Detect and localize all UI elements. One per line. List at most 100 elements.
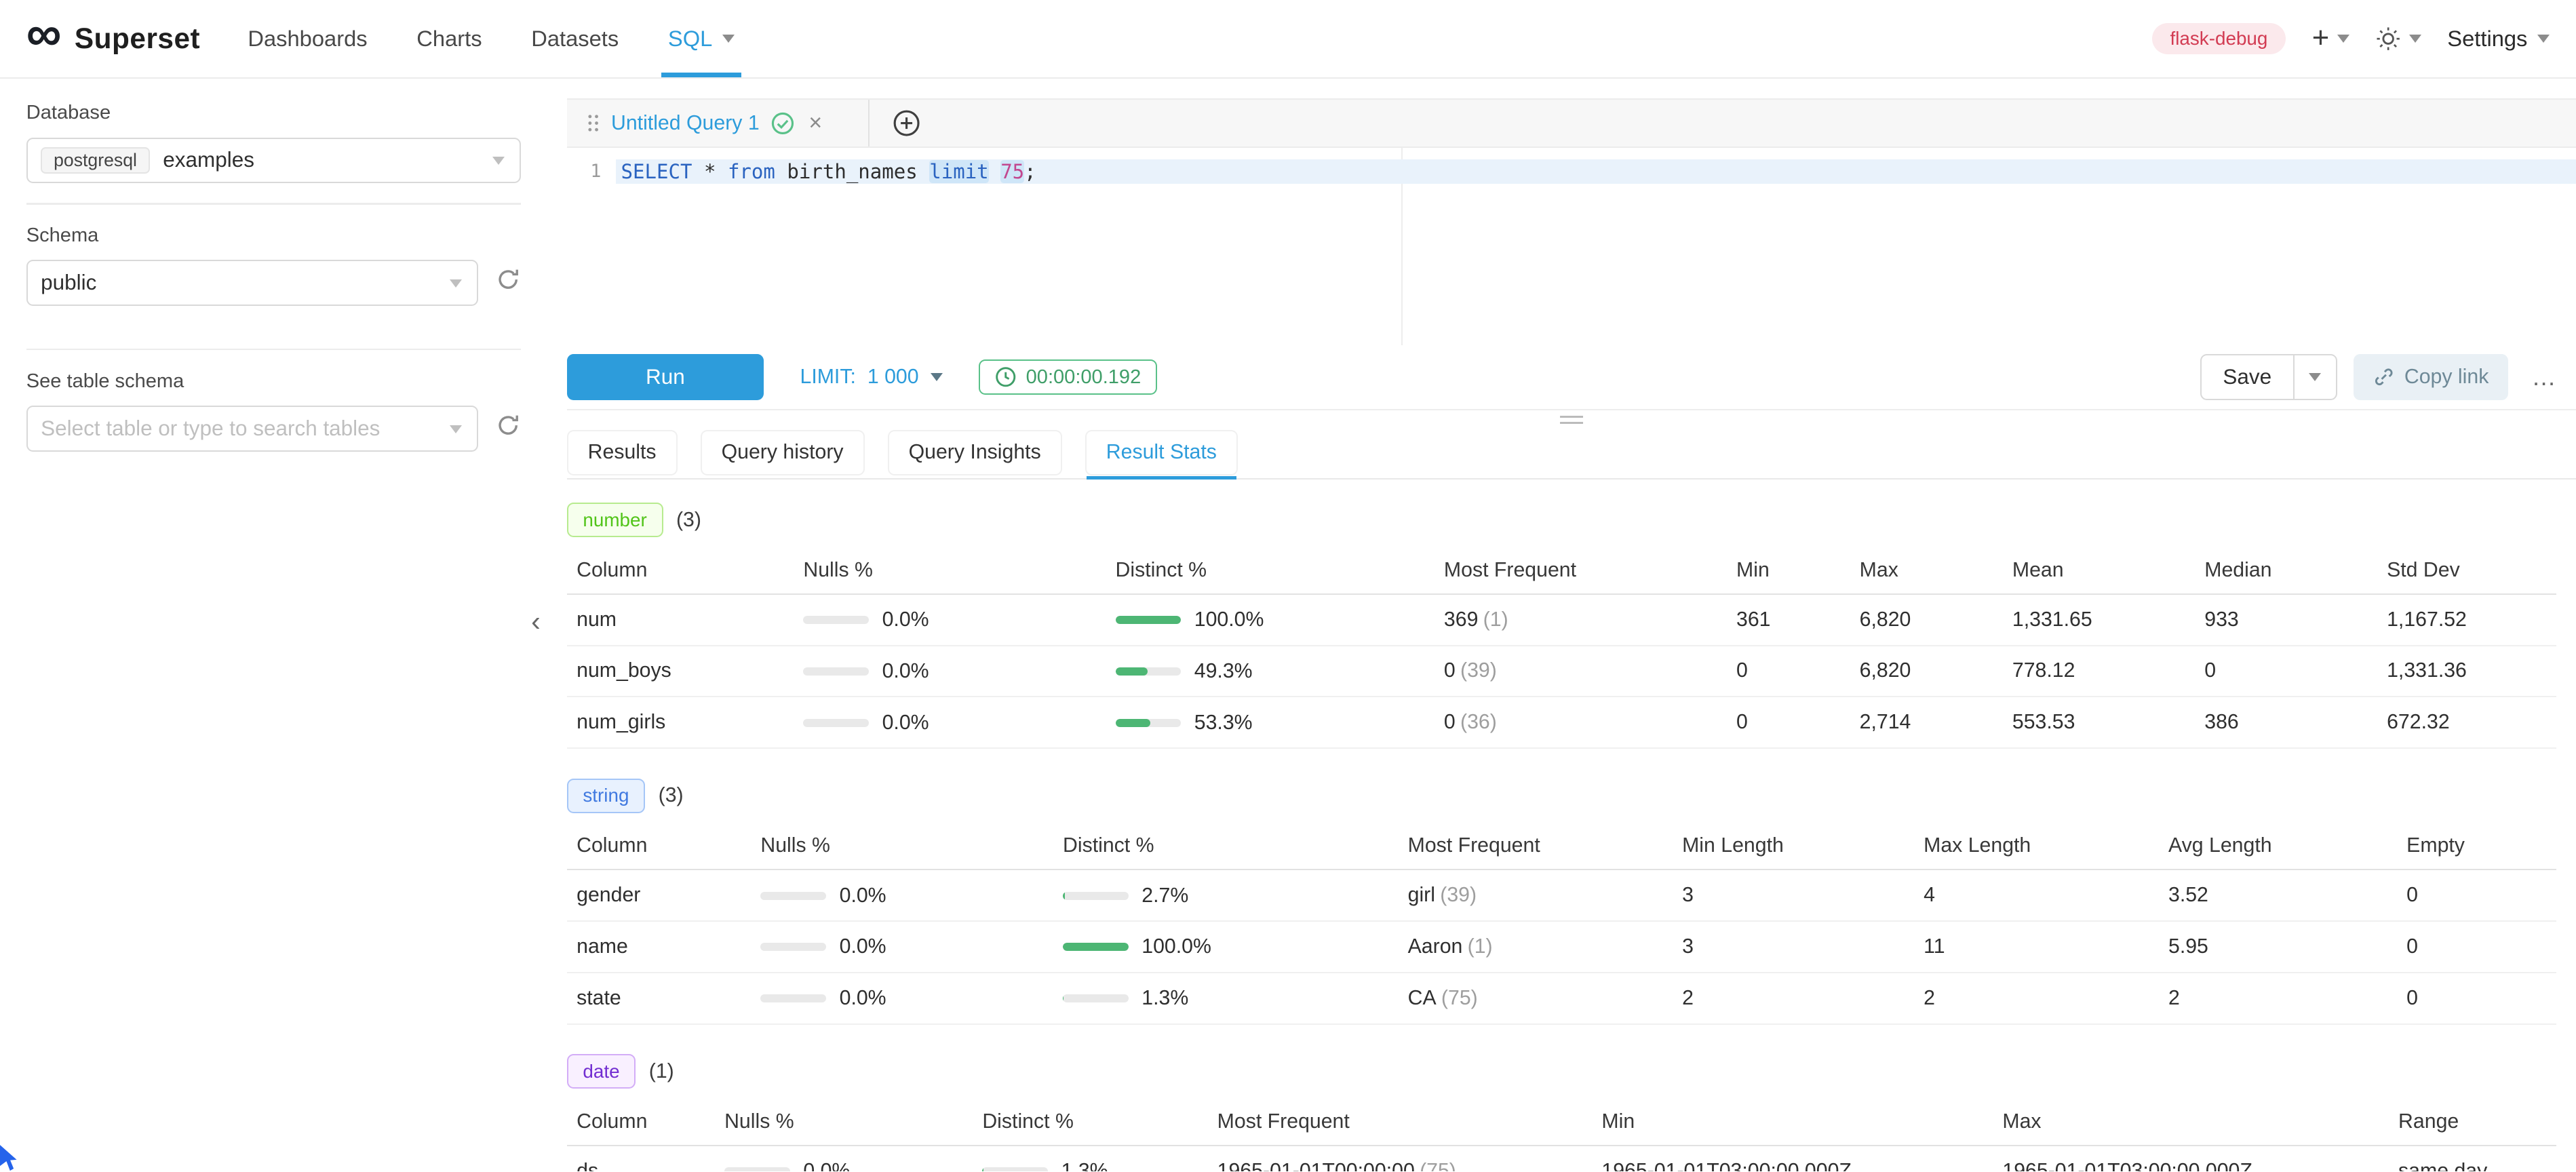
stat-value: 1965-01-01T03:00:00.000Z — [1993, 1146, 2389, 1171]
column-header: Most Frequent — [1398, 823, 1672, 870]
stat-value: 6,820 — [1850, 594, 2002, 646]
sqllab-body: Database postgresql examples Schema publ… — [0, 79, 2576, 1171]
sql-token: birth_names — [775, 160, 929, 183]
sidebar-divider — [26, 349, 521, 350]
nav-dashboards[interactable]: Dashboards — [223, 0, 392, 77]
refresh-tables-icon[interactable] — [496, 413, 520, 444]
stat-value: 11 — [1914, 921, 2159, 973]
sidebar-divider — [26, 203, 521, 204]
column-header: Nulls % — [715, 1099, 973, 1146]
stat-value: 2 — [2158, 973, 2396, 1024]
stat-value: 0 — [2397, 870, 2556, 921]
limit-dropdown[interactable]: LIMIT: 1 000 — [800, 366, 942, 389]
editor-resize-strip[interactable] — [567, 410, 2576, 427]
stats-row: state0.0%1.3%CA(75)2220 — [567, 973, 2556, 1024]
drag-handle-icon — [587, 113, 600, 133]
sql-token: limit — [929, 160, 988, 183]
most-frequent-cell: 1965-01-01T00:00:00(75) — [1207, 1146, 1592, 1171]
save-button[interactable]: Save — [2202, 355, 2293, 399]
run-button[interactable]: Run — [567, 354, 764, 400]
close-tab-icon[interactable]: × — [808, 112, 822, 135]
column-header: Max — [1993, 1099, 2389, 1146]
header-row: ColumnNulls %Distinct %Most FrequentMinM… — [567, 547, 2556, 594]
superset-logo-icon: ∞ — [26, 18, 62, 50]
nulls-bar-value: 0.0% — [882, 608, 929, 631]
query-timer: 00:00:00.192 — [979, 359, 1157, 395]
table-select[interactable] — [26, 406, 478, 452]
sql-editor[interactable]: 1 SELECT * from birth_names limit 75; — [567, 148, 2576, 345]
stat-value: 1965-01-01T03:00:00.000Z — [1592, 1146, 1993, 1171]
copy-link-button[interactable]: Copy link — [2354, 354, 2509, 400]
nulls-bar-value: 0.0% — [803, 1160, 850, 1171]
tab-result-stats[interactable]: Result Stats — [1085, 430, 1238, 476]
navbar-right: flask-debug + Settings — [2152, 23, 2550, 55]
sql-code-line: SELECT * from birth_names limit 75; — [616, 159, 2575, 184]
nav-charts[interactable]: Charts — [392, 0, 507, 77]
nulls-bar — [803, 719, 869, 727]
new-item-menu[interactable]: + — [2312, 24, 2350, 54]
column-header: Column — [567, 1099, 715, 1146]
nulls-bar-value: 0.0% — [882, 660, 929, 682]
stats-row: name0.0%100.0%Aaron(1)3115.950 — [567, 921, 2556, 973]
distinct-bar-cell: 49.3% — [1106, 646, 1434, 697]
tab-query-history[interactable]: Query history — [701, 430, 865, 476]
collapse-panel-chevron[interactable]: ‹ — [531, 608, 541, 636]
column-name: ds — [567, 1146, 715, 1171]
theme-toggle[interactable] — [2376, 26, 2421, 51]
schema-select[interactable]: public — [26, 260, 478, 306]
query-tab[interactable]: Untitled Query 1 × — [567, 100, 842, 146]
stat-value: 3 — [1673, 870, 1914, 921]
stats-row: num_boys0.0%49.3%0(39)06,820778.1201,331… — [567, 646, 2556, 697]
stats-section-number: number(3)ColumnNulls %Distinct %Most Fre… — [567, 503, 2556, 749]
nulls-bar-cell: 0.0% — [715, 1146, 973, 1171]
column-header: Mean — [2002, 547, 2194, 594]
table-search-input[interactable] — [41, 416, 437, 441]
tab-query-insights[interactable]: Query Insights — [888, 430, 1062, 476]
most-frequent-cell: Aaron(1) — [1398, 921, 1672, 973]
column-header: Range — [2389, 1099, 2556, 1146]
query-success-check-icon — [771, 112, 794, 135]
save-dropdown-button[interactable] — [2293, 355, 2336, 399]
database-select[interactable]: postgresql examples — [26, 138, 521, 184]
tab-results[interactable]: Results — [567, 430, 678, 476]
refresh-schemas-icon[interactable] — [496, 267, 520, 298]
nulls-bar — [803, 616, 869, 624]
stat-value: 672.32 — [2377, 697, 2556, 748]
distinct-bar-cell: 1.3% — [1053, 973, 1398, 1024]
chevron-down-icon — [2309, 373, 2321, 381]
most-frequent-cell: CA(75) — [1398, 973, 1672, 1024]
sql-token: SELECT — [621, 160, 692, 183]
nav-sql[interactable]: SQL — [644, 0, 760, 77]
chevron-down-icon — [722, 35, 735, 43]
stat-value: 0 — [2195, 646, 2377, 697]
stat-value: 0 — [1726, 697, 1850, 748]
stats-section-date: date(1)ColumnNulls %Distinct %Most Frequ… — [567, 1054, 2556, 1171]
stat-value: 4 — [1914, 870, 2159, 921]
result-tabs: Results Query history Query Insights Res… — [567, 427, 2576, 480]
nulls-bar-cell: 0.0% — [794, 594, 1106, 646]
result-stats-panel: number(3)ColumnNulls %Distinct %Most Fre… — [567, 480, 2576, 1171]
tabbar-separator — [868, 100, 870, 146]
superset-logo[interactable]: ∞ Superset — [26, 22, 200, 55]
clock-icon — [995, 366, 1016, 387]
settings-menu[interactable]: Settings — [2447, 26, 2550, 52]
stats-table-number: ColumnNulls %Distinct %Most FrequentMinM… — [567, 547, 2556, 749]
nulls-bar-value: 0.0% — [840, 884, 886, 907]
limit-label: LIMIT: — [800, 366, 855, 389]
most-frequent-cell: 0(36) — [1434, 697, 1726, 748]
stat-value: 0 — [1726, 646, 1850, 697]
chevron-down-icon — [931, 373, 943, 381]
table-schema-label: See table schema — [26, 370, 521, 393]
stats-row: num0.0%100.0%369(1)3616,8201,331.659331,… — [567, 594, 2556, 646]
stat-value: 2 — [1914, 973, 2159, 1024]
add-query-tab-button[interactable] — [893, 109, 920, 137]
more-options-button[interactable]: … — [2531, 363, 2556, 391]
type-badge-date: date — [567, 1054, 636, 1089]
nulls-bar-cell: 0.0% — [751, 973, 1053, 1024]
column-name: state — [567, 973, 751, 1024]
nulls-bar — [760, 994, 826, 1002]
distinct-bar — [1063, 994, 1129, 1002]
nav-datasets[interactable]: Datasets — [507, 0, 644, 77]
nulls-bar-value: 0.0% — [882, 711, 929, 734]
column-header: Distinct % — [973, 1099, 1207, 1146]
